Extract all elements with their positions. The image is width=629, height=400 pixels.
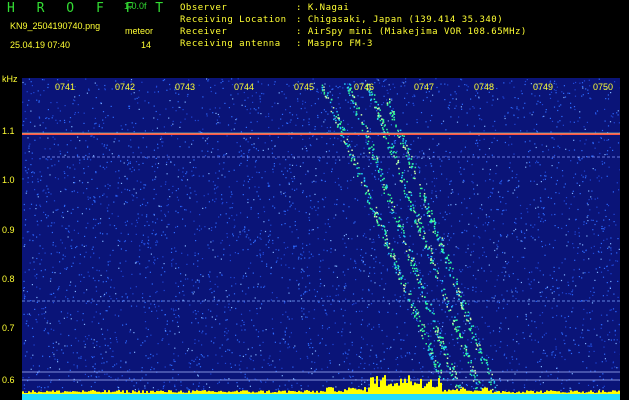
x-tick-0743: 0743 — [175, 82, 196, 92]
observer-value: : K.Nagai — [296, 3, 350, 13]
echo-count: 14 — [141, 40, 152, 50]
y-tick-0-7: 0.7 — [2, 323, 15, 333]
y-tick-1-0: 1.0 — [2, 175, 15, 185]
noise-field — [22, 78, 620, 400]
antenna-value: : Maspro FM-3 — [296, 39, 373, 49]
x-tick-0745: 0745 — [294, 82, 315, 92]
signal-level-bar — [22, 375, 620, 400]
y-tick-0-9: 0.9 — [2, 225, 15, 235]
x-tick-0750: 0750 — [593, 82, 614, 92]
observer-label: Observer — [180, 3, 228, 13]
header-panel: H R O F F T 1.0.0f KN9_2504190740.png me… — [0, 0, 629, 78]
spectrogram-canvas — [22, 78, 620, 400]
x-tick-0746: 0746 — [354, 82, 375, 92]
x-tick-0748: 0748 — [474, 82, 495, 92]
receiver-value: : AirSpy mini (Miakejima VOR 108.65MHz) — [296, 27, 527, 37]
receiver-label: Receiver — [180, 27, 228, 37]
location-label: Receiving Location — [180, 15, 287, 25]
y-tick-1-1: 1.1 — [2, 126, 15, 136]
x-tick-0749: 0749 — [533, 82, 554, 92]
y-tick-0-6: 0.6 — [2, 375, 15, 385]
file-name: KN9_2504190740.png — [10, 21, 101, 31]
x-tick-0741: 0741 — [55, 82, 76, 92]
y-tick-0-8: 0.8 — [2, 274, 15, 284]
meteor-echo-traces — [321, 83, 501, 400]
location-value: : Chigasaki, Japan (139.414 35.340) — [296, 15, 504, 25]
detection-mode: meteor — [125, 26, 154, 36]
x-tick-0747: 0747 — [414, 82, 435, 92]
x-tick-0742: 0742 — [115, 82, 136, 92]
capture-datetime: 25.04.19 07:40 — [10, 40, 71, 50]
app-version: 1.0.0f — [124, 1, 147, 11]
antenna-label: Receiving antenna — [180, 39, 281, 49]
x-tick-0744: 0744 — [234, 82, 255, 92]
frequency-unit-label: kHz — [2, 74, 18, 84]
spectrogram-plot — [22, 78, 620, 400]
